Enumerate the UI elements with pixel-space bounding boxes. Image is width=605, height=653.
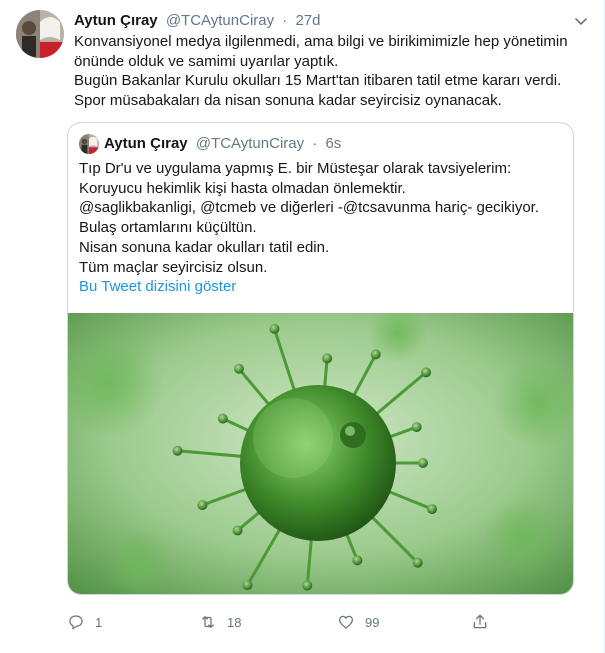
quoted-author-name: Aytun Çıray <box>104 135 188 152</box>
tweet-timestamp[interactable]: 27d <box>295 12 320 29</box>
coronavirus-illustration <box>68 303 573 594</box>
virus-spike-tip <box>217 413 228 424</box>
quoted-tweet[interactable]: Aytun Çıray @TCAytunCiray · 6s Tıp Dr'u … <box>67 122 574 595</box>
retweet-count: 18 <box>227 614 242 630</box>
heart-icon <box>338 615 354 629</box>
quoted-text-line: Bulaş ortamlarını küçültün. <box>79 219 257 237</box>
tweet-text: Konvansiyonel medya ilgilenmedi, ama bil… <box>74 32 574 110</box>
separator-dot: · <box>312 135 318 152</box>
quoted-header: Aytun Çıray @TCAytunCiray · 6s <box>104 134 341 154</box>
like-button[interactable]: 99 <box>337 612 379 632</box>
virus-spike-tip <box>352 555 363 566</box>
quoted-text-line: Koruyucu hekimlik kişi hasta olmadan önl… <box>79 179 406 197</box>
virus-spike-tip <box>232 525 243 536</box>
reply-icon <box>69 615 83 630</box>
author-handle[interactable]: @TCAytunCiray <box>166 12 274 29</box>
quoted-author-handle: @TCAytunCiray <box>195 135 305 152</box>
tweet-card[interactable]: Aytun Çıray @TCAytunCiray · 27d Konvansi… <box>0 0 605 653</box>
reply-button[interactable]: 1 <box>67 612 102 632</box>
separator-dot: · <box>282 12 288 29</box>
virus-spike-tip <box>427 504 438 515</box>
tweet-actions: 1 18 99 <box>67 612 577 632</box>
share-icon <box>473 614 487 629</box>
tweet-text-line: Spor müsabakaları da nisan sonuna kadar … <box>74 91 502 109</box>
quoted-text-line: Tüm maçlar seyircisiz olsun. <box>79 258 268 276</box>
virus-spike-tip <box>269 323 280 334</box>
share-button[interactable] <box>471 612 489 632</box>
virus-spike-tip <box>233 363 244 374</box>
like-count: 99 <box>365 614 380 630</box>
virus-image[interactable] <box>68 303 573 594</box>
tweet-text-line: Konvansiyonel medya ilgilenmedi, ama bil… <box>74 33 568 50</box>
tweet-header: Aytun Çıray @TCAytunCiray · 27d <box>74 11 564 31</box>
quoted-text-line: Nisan sonuna kadar okulları tatil edin. <box>79 238 330 256</box>
show-thread-link[interactable]: Bu Tweet dizisini göster <box>79 277 236 297</box>
virus-spike-tip <box>418 458 428 468</box>
reply-count: 1 <box>95 614 103 630</box>
tweet-text-line: önünde olduk ve samimi uyarılar yaptık. <box>74 52 339 70</box>
virus-spike-tip <box>322 353 333 364</box>
avatar-image <box>16 10 64 58</box>
quoted-text-line: @saglikbakanligi, @tcmeb ve diğerleri -@… <box>79 199 540 217</box>
virus-spike-tip <box>197 500 208 511</box>
virus-spike-tip <box>370 349 381 360</box>
author-name[interactable]: Aytun Çıray <box>74 12 158 29</box>
tweet-text-line: Bugün Bakanlar Kurulu okulları 15 Mart't… <box>74 72 562 89</box>
virus-spike-tip <box>242 580 253 591</box>
virus-spike-tip <box>172 445 183 456</box>
retweet-icon <box>202 616 214 628</box>
virus-spike-tip <box>302 580 313 591</box>
quoted-avatar-image <box>79 134 99 154</box>
quoted-timestamp: 6s <box>325 135 342 152</box>
quoted-text: Tıp Dr'u ve uygulama yapmış E. bir Müste… <box>79 159 559 277</box>
virus-spike-tip <box>411 422 422 433</box>
virus-spike-tip <box>412 557 423 568</box>
retweet-button[interactable]: 18 <box>199 612 241 632</box>
quoted-text-line: Tıp Dr'u ve uygulama yapmış E. bir Müste… <box>79 160 512 177</box>
avatar[interactable] <box>16 10 64 58</box>
quoted-avatar <box>79 134 99 154</box>
chevron-down-icon[interactable] <box>572 12 590 30</box>
virus-spike-tip <box>421 367 432 378</box>
